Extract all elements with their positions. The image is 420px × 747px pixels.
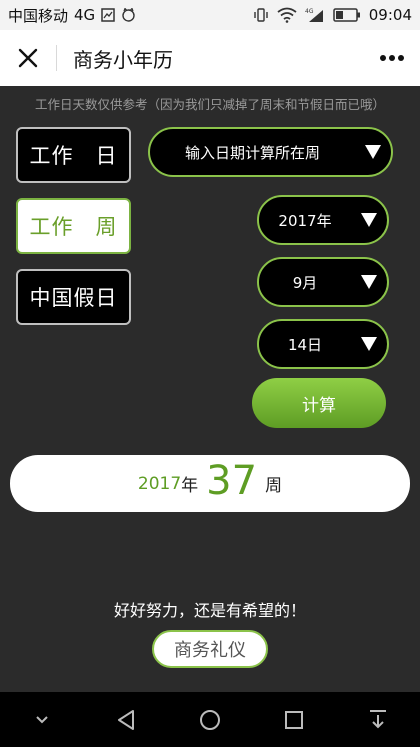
- battery-icon: [333, 8, 361, 22]
- more-button[interactable]: [364, 30, 420, 86]
- day-select[interactable]: 14日: [257, 319, 389, 369]
- status-bar: 中国移动 4G 4G 09:04: [0, 0, 420, 30]
- chevron-down-icon: [36, 715, 48, 723]
- home-button[interactable]: [185, 695, 235, 745]
- recents-button[interactable]: [269, 695, 319, 745]
- carrier-name: 中国移动: [8, 6, 69, 25]
- signal-network-label: 4G: [305, 8, 314, 15]
- network-type: 4G: [74, 6, 96, 24]
- title-divider: [56, 45, 57, 71]
- date-mode-value: 输入日期计算所在周: [184, 143, 320, 162]
- business-etiquette-button[interactable]: 商务礼仪: [152, 630, 268, 668]
- workday-button[interactable]: 工作日: [16, 127, 131, 183]
- close-icon: [18, 48, 38, 68]
- result-year-unit: 年: [181, 476, 199, 496]
- year-value: 2017年: [278, 211, 332, 230]
- result-box: 2017 年 37 周: [10, 455, 410, 512]
- calculate-button[interactable]: 计算: [252, 378, 386, 428]
- dropdown-arrow-icon: [355, 144, 391, 160]
- date-mode-select[interactable]: 输入日期计算所在周: [148, 127, 393, 177]
- workweek-label-prefix: 工作: [29, 215, 74, 239]
- holiday-button[interactable]: 中国假日: [16, 269, 131, 325]
- wifi-icon: [277, 7, 297, 23]
- result-year: 2017: [137, 473, 182, 494]
- workday-label-prefix: 工作: [29, 144, 74, 168]
- more-icon: [380, 55, 404, 61]
- recents-square-icon: [285, 710, 303, 729]
- pull-down-icon: [370, 709, 386, 728]
- home-circle-icon: [200, 709, 220, 730]
- back-button[interactable]: [101, 695, 151, 745]
- title-bar: 商务小年历: [0, 30, 420, 86]
- workweek-button[interactable]: 工作周: [16, 198, 131, 254]
- clock: 09:04: [368, 6, 412, 24]
- dropdown-arrow-icon: [351, 274, 387, 290]
- month-value: 9月: [292, 273, 318, 292]
- day-value: 14日: [287, 335, 323, 354]
- system-nav-bar: [0, 692, 420, 747]
- close-button[interactable]: [0, 30, 56, 86]
- page-title: 商务小年历: [73, 47, 173, 72]
- back-triangle-icon: [118, 709, 134, 730]
- vibrate-icon: [253, 7, 269, 23]
- workweek-label-suffix: 周: [95, 215, 118, 239]
- result-week-number: 37: [206, 457, 258, 504]
- holiday-label: 中国假日: [29, 286, 118, 310]
- signal-icon: 4G: [305, 7, 325, 23]
- result-week-unit: 周: [265, 476, 283, 496]
- year-select[interactable]: 2017年: [257, 195, 389, 245]
- image-notification-icon: [101, 8, 115, 22]
- dropdown-arrow-icon: [351, 212, 387, 228]
- hide-nav-button[interactable]: [17, 695, 67, 745]
- dropdown-arrow-icon: [351, 336, 387, 352]
- motto-text: 好好努力，还是有希望的！: [113, 601, 306, 620]
- notice-text: 工作日天数仅供参考（因为我们只减掉了周末和节假日而已哦）: [34, 97, 385, 112]
- workday-label-suffix: 日: [95, 144, 118, 168]
- notification-pull-button[interactable]: [353, 695, 403, 745]
- month-select[interactable]: 9月: [257, 257, 389, 307]
- cat-notification-icon: [121, 8, 136, 22]
